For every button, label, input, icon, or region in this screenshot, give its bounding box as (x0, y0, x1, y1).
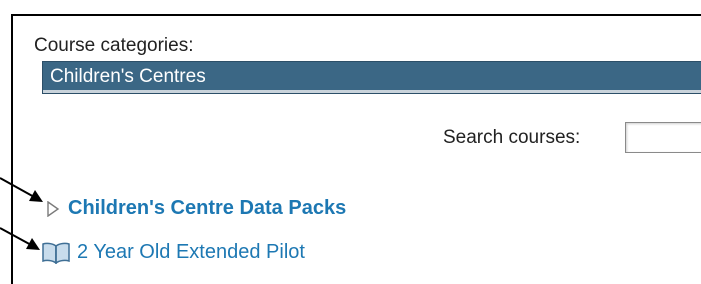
category-item-label[interactable]: Children's Centre Data Packs (68, 197, 346, 220)
search-courses-input[interactable] (625, 122, 701, 153)
annotation-arrows (0, 177, 43, 250)
course-panel: Course categories: Children's Centres Se… (11, 14, 701, 284)
course-item-2-year-old-pilot[interactable]: 2 Year Old Extended Pilot (41, 241, 305, 264)
course-category-select[interactable]: Children's Centres (42, 61, 701, 94)
search-courses-label: Search courses: (443, 127, 581, 148)
course-category-selected-value: Children's Centres (50, 66, 206, 87)
category-item-data-packs[interactable]: Children's Centre Data Packs (46, 197, 346, 220)
course-item-label[interactable]: 2 Year Old Extended Pilot (77, 241, 305, 264)
